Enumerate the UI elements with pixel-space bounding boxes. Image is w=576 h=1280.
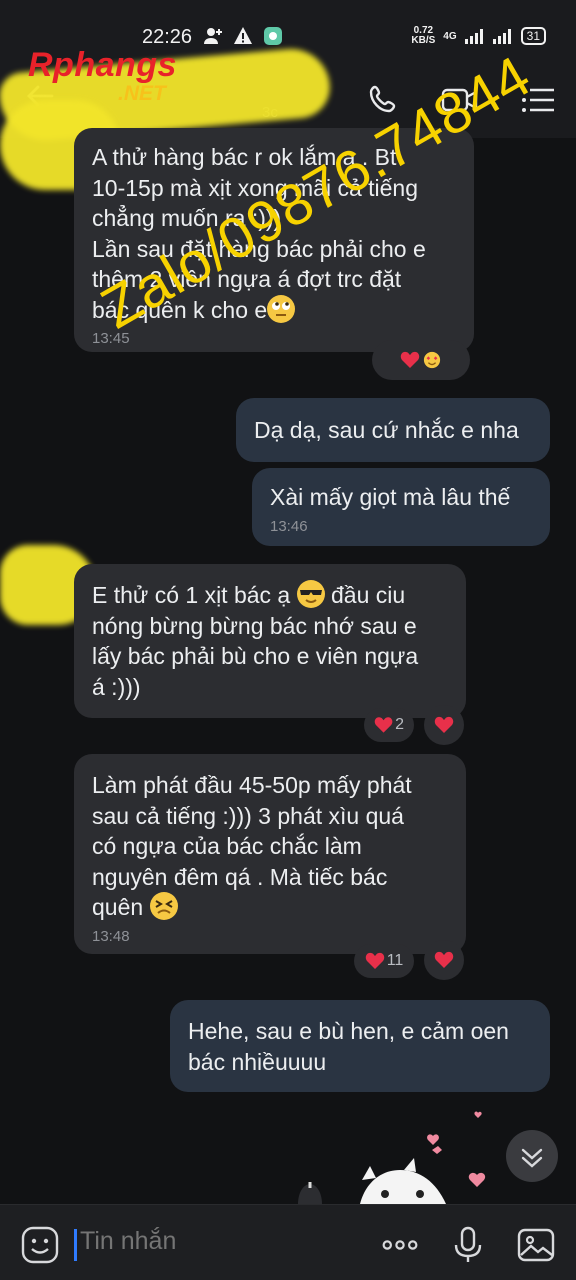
microphone-icon[interactable] <box>448 1225 488 1265</box>
heart-icon <box>365 952 384 969</box>
message-text-part: E thử có 1 xịt bác ạ <box>92 582 297 608</box>
chevron-down-icon <box>521 1148 543 1168</box>
warning-icon <box>233 26 253 46</box>
message-text: Làm phát đầu 45-50p mấy phát sau cả tiến… <box>92 770 448 923</box>
react-button[interactable] <box>424 940 464 980</box>
heart-eyes-emoji-icon <box>423 351 441 369</box>
logo-main-text: Rphangs <box>28 46 177 84</box>
reaction-count-value: 11 <box>386 952 404 969</box>
heart-icon <box>400 351 420 368</box>
message-text: Hehe, sau e bù hen, e cảm oen bác nhiềuu… <box>188 1018 509 1075</box>
heart-icon <box>434 716 454 733</box>
more-options-icon[interactable] <box>380 1225 420 1265</box>
sticker-image[interactable] <box>280 1110 510 1204</box>
text-cursor <box>74 1229 77 1261</box>
app-notification-icon <box>263 26 283 46</box>
heart-icon <box>434 951 454 968</box>
scroll-to-bottom-button[interactable] <box>506 1130 558 1182</box>
network-type: 4G <box>443 30 457 42</box>
react-button[interactable] <box>424 705 464 745</box>
image-gallery-icon[interactable] <box>516 1225 556 1265</box>
signal-icon <box>464 29 483 44</box>
message-bubble-incoming[interactable]: Làm phát đầu 45-50p mấy phát sau cả tiến… <box>74 754 466 954</box>
logo-sub-text: .NET <box>118 82 166 105</box>
site-logo: Rphangs .NET <box>28 46 203 116</box>
message-text: Xài mấy giọt mà lâu thế <box>270 484 511 510</box>
message-text-content: Làm phát đầu 45-50p mấy phát sau cả tiến… <box>92 772 412 920</box>
message-input-bar <box>0 1204 576 1280</box>
message-input[interactable] <box>80 1227 350 1256</box>
message-bubble-incoming[interactable]: E thử có 1 xịt bác ạ đầu ciu nóng bừng b… <box>74 564 466 718</box>
battery-icon: 31 <box>520 27 546 45</box>
reaction-hearts[interactable] <box>372 340 470 380</box>
network-speed-unit: KB/S <box>411 35 436 46</box>
message-bubble-outgoing[interactable]: Dạ dạ, sau cứ nhắc e nha <box>236 398 550 462</box>
emoji-icon[interactable] <box>20 1225 60 1265</box>
network-speed: 0.72 KB/S <box>411 26 435 46</box>
rolling-eyes-emoji-icon <box>267 294 296 323</box>
message-text: Dạ dạ, sau cứ nhắc e nha <box>254 417 519 443</box>
reaction-count-value: 2 <box>395 716 404 733</box>
message-text: E thử có 1 xịt bác ạ đầu ciu nóng bừng b… <box>92 580 448 702</box>
reaction-count[interactable]: 2 <box>364 708 414 742</box>
message-time: 13:46 <box>270 517 308 535</box>
signal-icon-2 <box>492 29 511 44</box>
heart-icon <box>374 717 393 733</box>
reaction-count[interactable]: 11 <box>354 944 414 978</box>
persevering-emoji-icon <box>149 892 178 920</box>
message-bubble-outgoing[interactable]: Xài mấy giọt mà lâu thế 13:46 <box>252 468 550 546</box>
status-notification-icons <box>203 26 283 46</box>
status-indicators: 0.72 KB/S 4G 31 <box>411 26 546 46</box>
message-bubble-outgoing[interactable]: Hehe, sau e bù hen, e cảm oen bác nhiềuu… <box>170 1000 550 1092</box>
sunglasses-emoji-icon <box>296 580 325 608</box>
person-add-icon <box>203 26 223 46</box>
